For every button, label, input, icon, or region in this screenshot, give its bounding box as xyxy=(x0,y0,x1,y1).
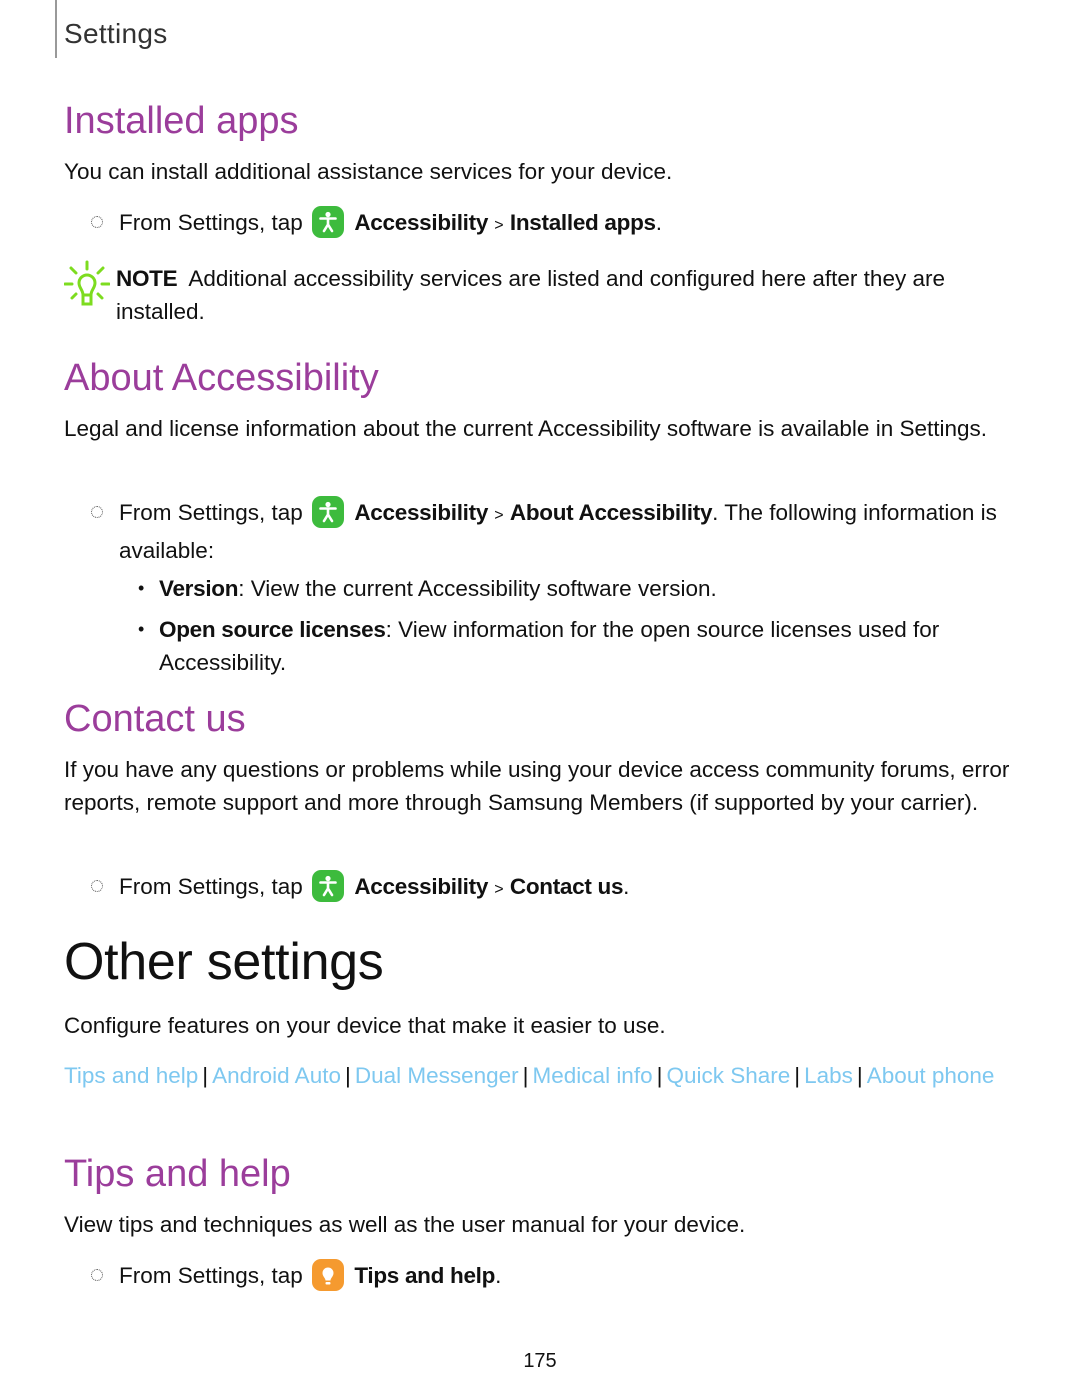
other-settings-links: Tips and help | Android Auto | Dual Messenge… xyxy=(64,1059,1014,1092)
path-about-accessibility: About Accessibility xyxy=(509,500,713,525)
info-item-version: • Version: View the current Accessibilit… xyxy=(138,572,1018,605)
link-dual-messenger[interactable]: Dual Messenger xyxy=(355,1063,519,1088)
step-suffix: . xyxy=(655,210,663,235)
note-text: Additional accessibility services are li… xyxy=(116,266,945,324)
link-separator: | xyxy=(344,1063,351,1088)
accessibility-icon xyxy=(312,206,345,238)
link-separator: | xyxy=(202,1063,209,1088)
path-separator: > xyxy=(494,507,504,524)
link-separator: | xyxy=(656,1063,663,1088)
path-separator: > xyxy=(494,217,504,234)
about-accessibility-step: From Settings, tap Accessibility > About… xyxy=(91,495,1016,568)
path-separator: > xyxy=(494,881,504,898)
lightbulb-icon xyxy=(63,260,111,315)
link-separator: | xyxy=(522,1063,529,1088)
installed-apps-step: From Settings, tap Accessibility > Insta… xyxy=(91,205,1016,243)
step-bullet-icon xyxy=(91,880,103,892)
step-prefix: From Settings, tap xyxy=(119,1263,303,1288)
step-bullet-icon xyxy=(91,216,103,228)
step-bullet-icon xyxy=(91,1269,103,1281)
contact-us-step: From Settings, tap Accessibility > Conta… xyxy=(91,869,1016,907)
heading-other-settings: Other settings xyxy=(64,933,384,991)
step-suffix: . xyxy=(495,1263,502,1288)
path-contact-us: Contact us xyxy=(509,874,624,899)
other-settings-intro: Configure features on your device that m… xyxy=(64,1013,666,1038)
link-android-auto[interactable]: Android Auto xyxy=(212,1063,341,1088)
item-term: Version xyxy=(159,576,239,601)
header-rule xyxy=(55,0,57,58)
step-prefix: From Settings, tap xyxy=(119,500,303,525)
link-separator: | xyxy=(794,1063,801,1088)
heading-installed-apps: Installed apps xyxy=(64,100,299,142)
path-accessibility: Accessibility xyxy=(354,500,489,525)
note-label: NOTE xyxy=(116,266,178,291)
item-term: Open source licenses xyxy=(159,617,386,642)
path-tips-and-help: Tips and help xyxy=(354,1263,496,1288)
step-prefix: From Settings, tap xyxy=(119,210,303,235)
installed-apps-intro: You can install additional assistance se… xyxy=(64,159,673,184)
accessibility-icon xyxy=(312,870,345,902)
contact-us-intro: If you have any questions or problems wh… xyxy=(64,757,1010,815)
bullet-dot-icon: • xyxy=(138,619,145,639)
link-tips-and-help[interactable]: Tips and help xyxy=(64,1063,198,1088)
header-title: Settings xyxy=(64,18,168,49)
path-accessibility: Accessibility xyxy=(354,210,489,235)
bullet-dot-icon: • xyxy=(138,578,145,598)
link-labs[interactable]: Labs xyxy=(804,1063,853,1088)
heading-contact-us: Contact us xyxy=(64,698,246,740)
tips-and-help-intro: View tips and techniques as well as the … xyxy=(64,1212,746,1237)
item-desc: : View the current Accessibility softwar… xyxy=(238,576,717,601)
step-prefix: From Settings, tap xyxy=(119,874,303,899)
about-accessibility-intro: Legal and license information about the … xyxy=(64,416,988,441)
link-quick-share[interactable]: Quick Share xyxy=(666,1063,790,1088)
accessibility-icon xyxy=(312,496,345,528)
link-separator: | xyxy=(856,1063,863,1088)
heading-tips-and-help: Tips and help xyxy=(64,1153,291,1195)
step-suffix: . xyxy=(623,874,630,899)
tips-and-help-step: From Settings, tap Tips and help. xyxy=(91,1258,1016,1293)
page-number: 175 xyxy=(523,1350,557,1372)
heading-about-accessibility: About Accessibility xyxy=(64,357,379,399)
tips-icon xyxy=(312,1259,345,1291)
path-installed-apps: Installed apps xyxy=(509,210,656,235)
link-about-phone[interactable]: About phone xyxy=(867,1063,995,1088)
step-bullet-icon xyxy=(91,506,103,518)
path-accessibility: Accessibility xyxy=(354,874,489,899)
link-medical-info[interactable]: Medical info xyxy=(533,1063,653,1088)
info-item-open-source-licenses: • Open source licenses: View information… xyxy=(138,613,1018,679)
